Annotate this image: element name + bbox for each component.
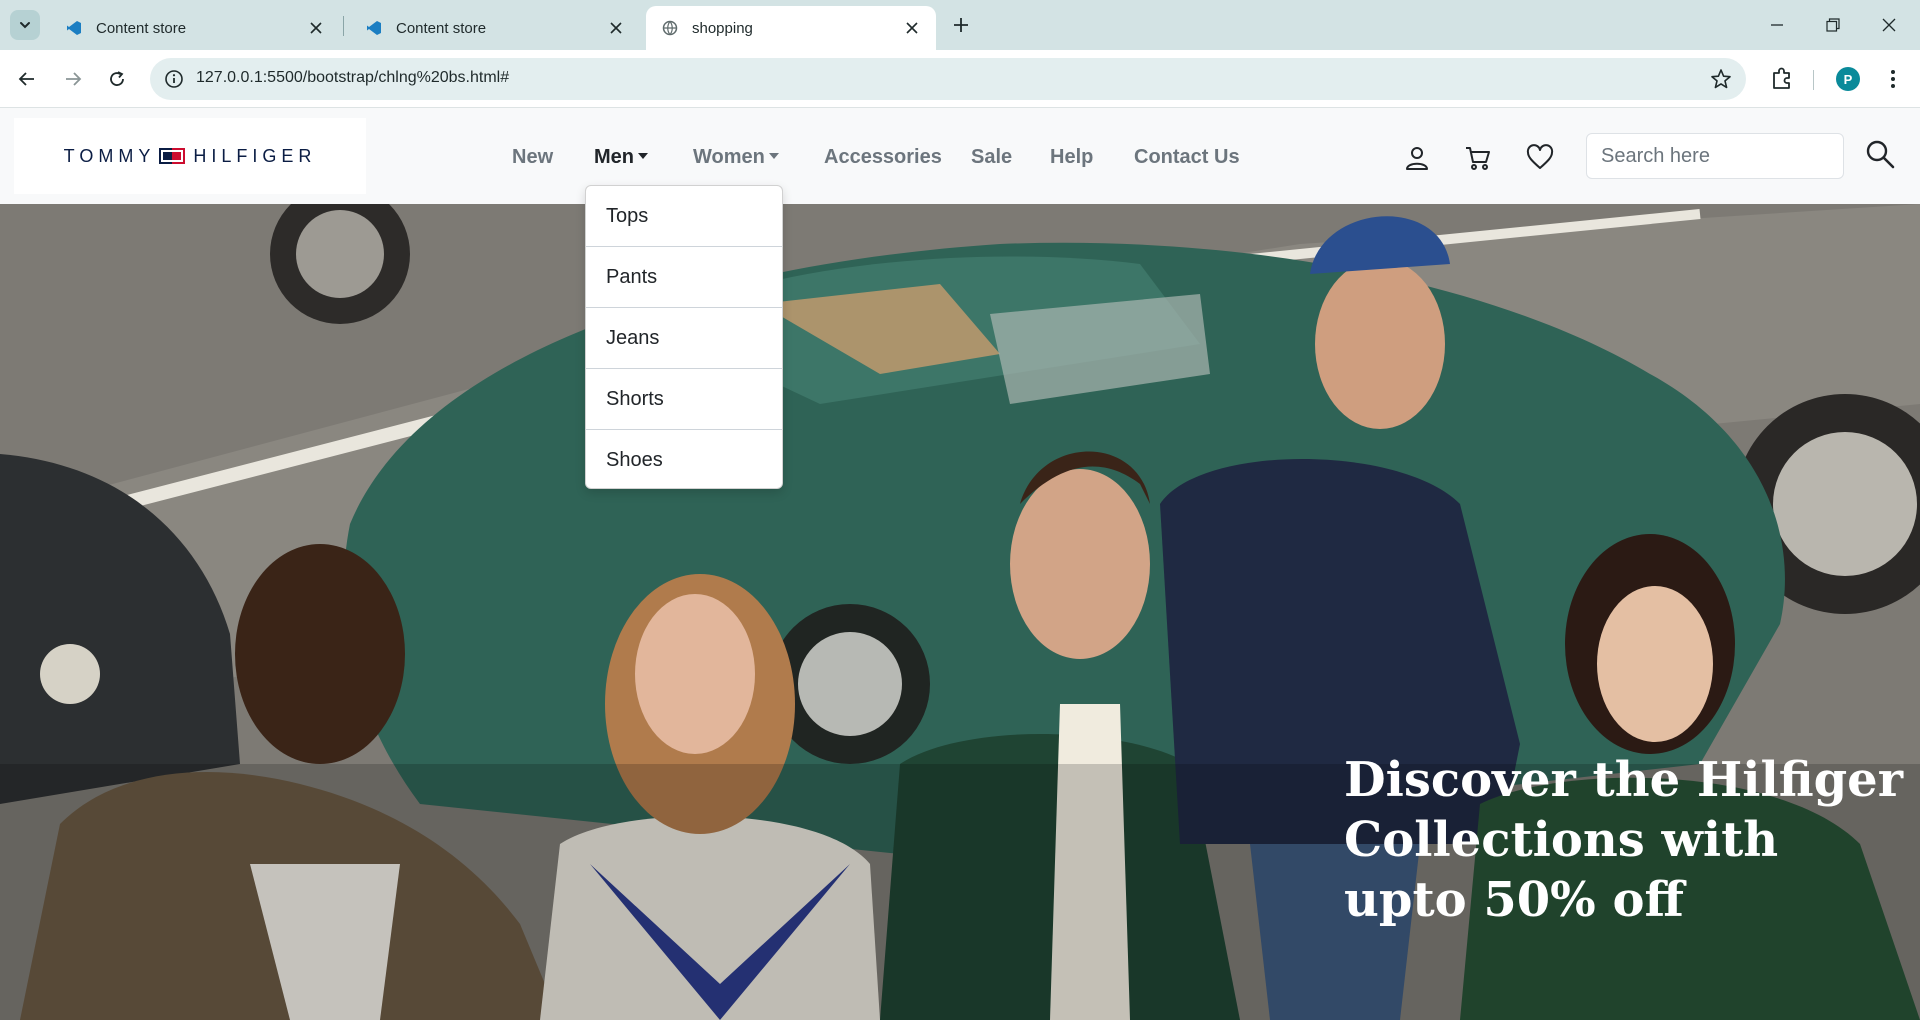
search-input[interactable] xyxy=(1586,133,1844,179)
nav-label: Women xyxy=(693,146,765,168)
browser-tab-2[interactable]: Content store xyxy=(350,6,640,50)
hero-banner: Discover the Hilfiger Collections with u… xyxy=(0,204,1920,1020)
nav-label: Men xyxy=(594,146,634,168)
hero-heading: Discover the Hilfiger Collections with u… xyxy=(1344,750,1904,930)
url-text[interactable]: 127.0.0.1:5500/bootstrap/chlng%20bs.html… xyxy=(196,69,509,87)
hero-heading-line: Discover the Hilfiger xyxy=(1344,752,1903,808)
globe-icon xyxy=(662,20,678,36)
logo-wordmark: TOMMY HILFIGER xyxy=(64,146,317,167)
dropdown-item-pants[interactable]: Pants xyxy=(586,247,782,308)
toolbar-divider xyxy=(1813,70,1814,90)
nav-dropdown-women[interactable]: Women xyxy=(693,146,779,169)
extensions-puzzle-icon[interactable] xyxy=(1768,64,1796,92)
bookmark-star-icon[interactable] xyxy=(1710,68,1732,90)
address-bar[interactable]: 127.0.0.1:5500/bootstrap/chlng%20bs.html… xyxy=(150,58,1746,100)
search-icon[interactable] xyxy=(1864,138,1896,170)
restore-icon xyxy=(1826,18,1840,32)
browser-tab-1[interactable]: Content store xyxy=(50,6,340,50)
chevron-down-icon xyxy=(20,22,30,29)
nav-link-new[interactable]: New xyxy=(512,146,553,169)
browser-toolbar: 127.0.0.1:5500/bootstrap/chlng%20bs.html… xyxy=(0,50,1920,108)
forward-button[interactable] xyxy=(58,64,88,94)
nav-dropdown-men[interactable]: Men xyxy=(594,146,648,169)
restore-button[interactable] xyxy=(1820,12,1846,38)
nav-link-contact-us[interactable]: Contact Us xyxy=(1134,146,1240,169)
vscode-icon xyxy=(67,21,81,35)
tab-title: Content store xyxy=(96,19,187,37)
site-info-icon[interactable] xyxy=(164,69,184,89)
reload-icon xyxy=(110,71,124,86)
more-vertical-icon xyxy=(1891,70,1895,88)
logo-text-right: HILFIGER xyxy=(193,145,317,166)
close-icon xyxy=(1882,18,1896,32)
site-navbar: TOMMY HILFIGER New Men Women Accessories… xyxy=(0,108,1920,204)
caret-down-icon xyxy=(768,153,779,159)
user-icon[interactable] xyxy=(1403,144,1431,172)
plus-icon xyxy=(954,18,968,32)
logo-text-left: TOMMY xyxy=(63,145,156,166)
minimize-button[interactable] xyxy=(1764,12,1790,38)
tab-title: Content store xyxy=(396,19,487,37)
browser-tab-active[interactable]: shopping xyxy=(646,6,936,50)
reload-button[interactable] xyxy=(102,64,132,94)
hero-heading-line: Collections with xyxy=(1344,812,1779,868)
hero-heading-line: upto 50% off xyxy=(1344,872,1684,928)
close-window-button[interactable] xyxy=(1876,12,1902,38)
men-dropdown-menu: Tops Pants Jeans Shorts Shoes xyxy=(585,185,783,489)
close-icon[interactable] xyxy=(306,18,326,38)
arrow-right-icon xyxy=(66,72,82,86)
caret-down-icon xyxy=(638,153,648,159)
heart-icon[interactable] xyxy=(1526,144,1554,172)
back-button[interactable] xyxy=(12,64,42,94)
arrow-left-icon xyxy=(18,72,34,86)
vscode-icon xyxy=(367,21,381,35)
nav-link-accessories[interactable]: Accessories xyxy=(824,146,942,169)
browser-menu-button[interactable] xyxy=(1880,64,1906,94)
browser-tab-bar: Content store Content store shopping xyxy=(0,0,1920,50)
nav-link-help[interactable]: Help xyxy=(1050,146,1093,169)
dropdown-item-tops[interactable]: Tops xyxy=(586,186,782,247)
tab-divider xyxy=(343,16,344,36)
dropdown-item-shoes[interactable]: Shoes xyxy=(586,430,782,488)
profile-avatar[interactable]: P xyxy=(1836,67,1860,91)
new-tab-button[interactable] xyxy=(948,12,974,38)
tab-title: shopping xyxy=(692,19,753,37)
tab-search-button[interactable] xyxy=(10,10,40,40)
close-icon[interactable] xyxy=(606,18,626,38)
nav-link-sale[interactable]: Sale xyxy=(971,146,1012,169)
dropdown-item-jeans[interactable]: Jeans xyxy=(586,308,782,369)
minimize-icon xyxy=(1771,24,1783,26)
dropdown-item-shorts[interactable]: Shorts xyxy=(586,369,782,430)
close-icon[interactable] xyxy=(902,18,922,38)
brand-logo[interactable]: TOMMY HILFIGER xyxy=(14,118,366,194)
flag-logo-icon xyxy=(159,148,186,164)
cart-icon[interactable] xyxy=(1464,144,1492,172)
